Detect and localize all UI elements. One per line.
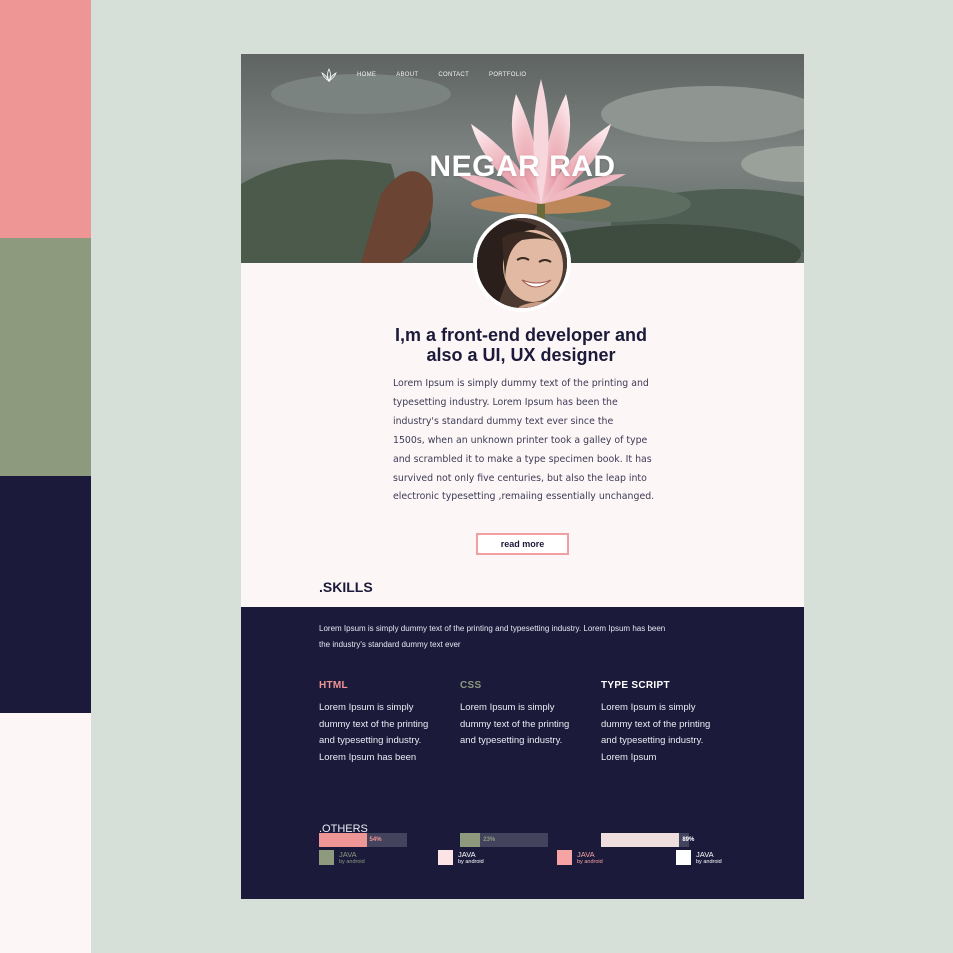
lotus-icon[interactable] xyxy=(321,68,337,82)
read-more-button[interactable]: read more xyxy=(476,533,569,555)
palette-swatch-cream xyxy=(0,713,91,953)
skill-name: TYPE SCRIPT xyxy=(601,680,670,691)
palette-swatch-green xyxy=(0,238,91,476)
other-color-square xyxy=(319,850,334,865)
other-subtitle: by android xyxy=(696,859,722,865)
hero-title: NEGAR RAD xyxy=(429,150,616,183)
other-item: JAVA by android xyxy=(676,850,722,866)
other-subtitle: by android xyxy=(339,859,365,865)
skill-progress-html: 54% xyxy=(319,833,407,847)
nav-item-portfolio[interactable]: PORTFOLIO xyxy=(489,72,526,78)
skills-heading: .SKILLS xyxy=(319,579,373,595)
skill-progress-typescript: 89% xyxy=(601,833,694,847)
nav-item-home[interactable]: HOME xyxy=(357,72,376,78)
other-title: JAVA xyxy=(696,850,714,859)
top-nav: HOME ABOUT CONTACT PORTFOLIO xyxy=(321,68,546,82)
progress-fill xyxy=(319,833,367,847)
palette-swatch-navy xyxy=(0,476,91,713)
progress-label: 54% xyxy=(369,837,382,843)
portfolio-page: HOME ABOUT CONTACT PORTFOLIO NEGAR RAD I… xyxy=(241,54,804,899)
skill-card-html: HTML Lorem Ipsum is simply dummy text of… xyxy=(319,680,454,766)
skill-description: Lorem Ipsum is simply dummy text of the … xyxy=(601,702,711,763)
progress-label: 23% xyxy=(483,837,496,843)
skills-intro: Lorem Ipsum is simply dummy text of the … xyxy=(319,624,666,649)
nav-item-contact[interactable]: CONTACT xyxy=(438,72,469,78)
other-title: JAVA xyxy=(577,850,595,859)
intro-paragraph: Lorem Ipsum is simply dummy text of the … xyxy=(393,378,655,503)
other-title: JAVA xyxy=(339,850,357,859)
other-color-square xyxy=(676,850,691,865)
skills-section: Lorem Ipsum is simply dummy text of the … xyxy=(241,607,804,899)
other-item: JAVA by android xyxy=(438,850,484,866)
avatar xyxy=(473,214,571,312)
skill-name: HTML xyxy=(319,680,348,691)
other-item: JAVA by android xyxy=(557,850,603,866)
nav-item-about[interactable]: ABOUT xyxy=(396,72,418,78)
other-title: JAVA xyxy=(458,850,476,859)
skill-description: Lorem Ipsum is simply dummy text of the … xyxy=(460,702,570,746)
other-subtitle: by android xyxy=(458,859,484,865)
progress-fill xyxy=(460,833,481,847)
other-subtitle: by android xyxy=(577,859,603,865)
skill-description: Lorem Ipsum is simply dummy text of the … xyxy=(319,702,429,763)
progress-label: 89% xyxy=(682,837,695,843)
intro-heading: I,m a front-end developer and also a UI,… xyxy=(394,325,648,365)
palette-swatch-pink xyxy=(0,0,91,238)
other-color-square xyxy=(557,850,572,865)
skill-progress-css: 23% xyxy=(460,833,548,847)
other-item: JAVA by android xyxy=(319,850,365,866)
skill-card-typescript: TYPE SCRIPT Lorem Ipsum is simply dummy … xyxy=(601,680,736,766)
skill-card-css: CSS Lorem Ipsum is simply dummy text of … xyxy=(460,680,595,750)
other-color-square xyxy=(438,850,453,865)
profile-photo xyxy=(477,218,567,308)
others-heading: .OTHERS xyxy=(319,823,368,835)
progress-fill xyxy=(601,833,680,847)
skill-name: CSS xyxy=(460,680,482,691)
